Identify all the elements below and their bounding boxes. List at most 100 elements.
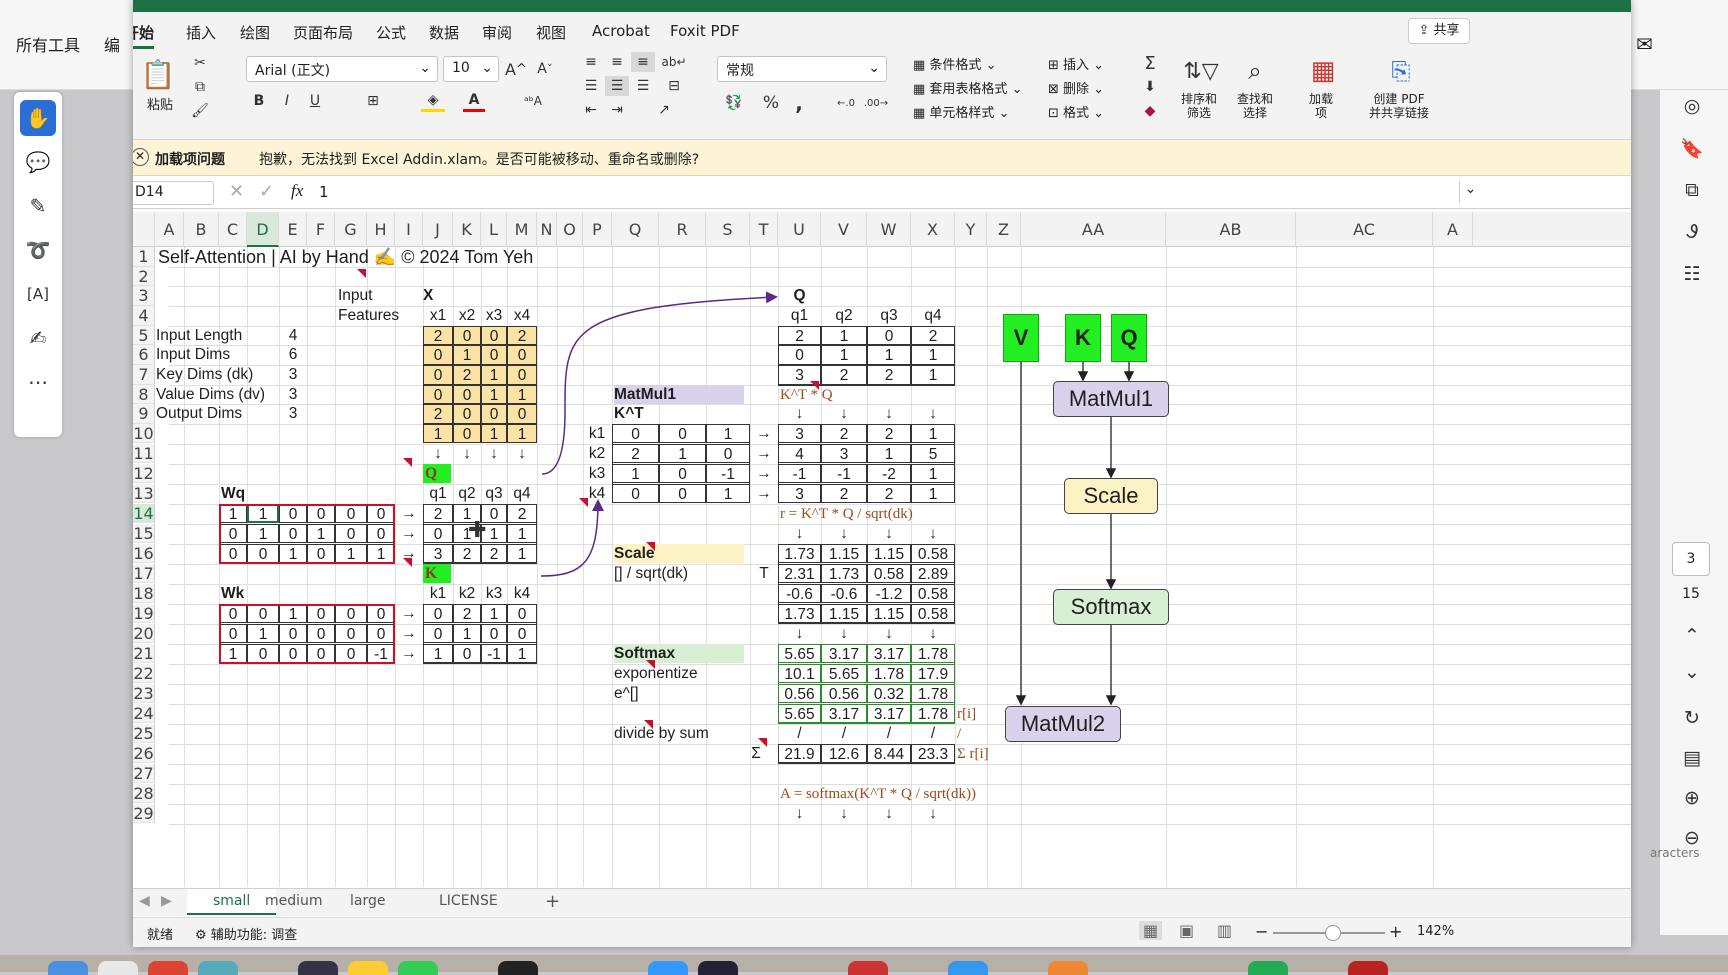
sheet-tab-medium[interactable]: medium (265, 893, 323, 909)
page-layout-view-icon[interactable]: ▣ (1179, 921, 1194, 940)
currency-icon[interactable]: 💱 (721, 92, 747, 114)
underline-button[interactable]: U (305, 90, 325, 112)
font-grow-icon[interactable]: A ^ (504, 58, 528, 80)
autosum-icon[interactable]: Σ (1137, 52, 1163, 74)
text-select-icon[interactable]: [A] (20, 276, 56, 312)
align-middle-icon[interactable]: ≡ (605, 52, 629, 72)
more-icon[interactable]: ⋯ (20, 364, 56, 400)
merge-icon[interactable]: ⊟ (661, 76, 687, 96)
confirm-icon[interactable]: ✓ (259, 181, 274, 202)
zoom-out-button[interactable]: − (1255, 922, 1268, 941)
normal-view-icon[interactable]: ▦ (1139, 921, 1163, 940)
rotate-icon[interactable]: ↻ (1674, 702, 1710, 734)
cut-icon[interactable]: ✂ (189, 52, 211, 74)
phonetic-icon[interactable]: ᵃᵇA (519, 90, 547, 112)
find-select-button[interactable]: 查找和 选择 (1237, 92, 1273, 120)
addins-button[interactable]: 加载项 (1309, 92, 1333, 120)
next-sheet-icon[interactable]: ▶ (161, 893, 172, 909)
chevron-up-icon[interactable]: ⌃ (1674, 620, 1710, 652)
decrease-decimal-icon[interactable]: .00→ (863, 92, 889, 114)
accessibility-status[interactable]: ⚙ 辅助功能: 调查 (195, 924, 297, 943)
zoom-level[interactable]: 142% (1417, 924, 1454, 939)
share-button[interactable]: ⇪ 共享 (1408, 18, 1470, 44)
decrease-indent-icon[interactable]: ⇤ (579, 100, 603, 120)
name-box[interactable]: D14 (133, 181, 214, 205)
tab-0[interactable]: 开始 (133, 22, 155, 49)
copy-pages-icon[interactable]: ⧉ (1674, 174, 1710, 206)
font-color-icon[interactable]: A (463, 90, 485, 112)
font-shrink-icon[interactable]: Aˇ (533, 58, 557, 80)
chevron-down-icon[interactable]: ⌄ (1674, 656, 1710, 688)
bold-button[interactable]: B (249, 90, 269, 112)
conditional-format-button[interactable]: ▦ 条件格式 ⌄ (913, 54, 996, 73)
page-break-view-icon[interactable]: ▥ (1217, 921, 1232, 940)
create-pdf-button[interactable]: 创建 PDF 并共享链接 (1369, 92, 1429, 120)
orientation-icon[interactable]: ↗ (649, 100, 679, 120)
copy-icon[interactable]: ⧉ (189, 76, 211, 98)
align-bottom-icon[interactable]: ≡ (631, 52, 655, 72)
cell-style-button[interactable]: ▦ 单元格样式 ⌄ (913, 102, 1009, 121)
zoom-in-icon[interactable]: ⊕ (1674, 782, 1710, 814)
hand-tool-icon[interactable]: ✋ (20, 100, 56, 136)
align-top-icon[interactable]: ≡ (579, 52, 603, 72)
tab-9[interactable]: Foxit PDF (670, 22, 740, 40)
fill-color-icon[interactable]: ◈ (421, 90, 445, 112)
sort-filter-button[interactable]: 排序和 筛选 (1181, 92, 1217, 120)
comment-icon[interactable]: 💬 (20, 144, 56, 180)
page-number-box[interactable]: 3 (1672, 542, 1710, 576)
add-sheet-button[interactable]: + (545, 891, 560, 912)
clear-icon[interactable]: ◆ (1137, 100, 1163, 122)
borders-icon[interactable]: ⊞ (361, 90, 385, 112)
wrap-text-icon[interactable]: ab↵ (661, 52, 687, 72)
create-pdf-icon[interactable]: ⎘ (1383, 54, 1419, 88)
comma-button[interactable]: , (789, 91, 809, 115)
addins-icon[interactable]: ▦ (1305, 54, 1341, 88)
tab-6[interactable]: 审阅 (482, 22, 512, 43)
percent-button[interactable]: % (759, 92, 783, 114)
align-right-icon[interactable]: ☰ (631, 76, 655, 96)
tab-7[interactable]: 视图 (536, 22, 566, 43)
page-view-icon[interactable]: ▤ (1674, 742, 1710, 774)
ai-assistant-icon[interactable]: ◎ (1674, 90, 1710, 122)
sort-filter-icon[interactable]: ⇅▽ (1181, 54, 1221, 88)
delete-cells-button[interactable]: ⊠ 删除 ⌄ (1048, 78, 1104, 97)
number-format-select[interactable]: 常规 ⌄ (717, 56, 887, 82)
format-painter-icon[interactable]: 🖌 (189, 100, 211, 122)
tab-4[interactable]: 公式 (376, 22, 406, 43)
zoom-in-button[interactable]: + (1389, 922, 1402, 941)
tab-1[interactable]: 插入 (186, 22, 216, 43)
increase-decimal-icon[interactable]: ←.0 (833, 92, 859, 114)
paste-icon[interactable]: 📋 (141, 54, 176, 94)
font-size-select[interactable]: 10 ⌄ (443, 56, 499, 82)
italic-button[interactable]: I (277, 90, 297, 112)
sheet-tab-small[interactable]: small (187, 889, 277, 915)
prev-sheet-icon[interactable]: ◀ (139, 893, 150, 909)
format-cells-button[interactable]: ⊡ 格式 ⌄ (1048, 102, 1104, 121)
font-family-select[interactable]: Arial (正文) ⌄ (246, 56, 438, 82)
formula-input[interactable]: 1 (319, 183, 329, 201)
align-left-icon[interactable]: ☰ (579, 76, 603, 96)
mail-icon[interactable]: ✉ (1636, 32, 1653, 56)
find-select-icon[interactable]: ⌕ (1235, 54, 1275, 88)
tab-5[interactable]: 数据 (429, 22, 459, 43)
sheet-tab-large[interactable]: large (350, 893, 385, 909)
translate-icon[interactable]: Ꮽ (1674, 216, 1710, 248)
pen-icon[interactable]: ✎ (20, 188, 56, 224)
sheet-tab-license[interactable]: LICENSE (439, 893, 498, 909)
bookmark-icon[interactable]: 🔖 (1674, 132, 1710, 164)
table-format-button[interactable]: ▦ 套用表格格式 ⌄ (913, 78, 1022, 97)
spreadsheet-grid[interactable]: A B C D E F G H I J K L M N O P Q R S T U V W X Y Z AA AB AC A 123456… (133, 212, 1631, 887)
zoom-slider-thumb[interactable] (1325, 925, 1341, 941)
lasso-icon[interactable]: ➰ (20, 232, 56, 268)
organize-icon[interactable]: ☷ (1674, 258, 1710, 290)
increase-indent-icon[interactable]: ⇥ (605, 100, 629, 120)
edit-button[interactable]: 编 (104, 32, 120, 56)
tab-2[interactable]: 绘图 (240, 22, 270, 43)
cancel-icon[interactable]: ✕ (229, 181, 244, 202)
align-center-icon[interactable]: ☰ (605, 76, 629, 96)
insert-cells-button[interactable]: ⊞ 插入 ⌄ (1048, 54, 1104, 73)
tab-3[interactable]: 页面布局 (293, 22, 353, 43)
all-tools-button[interactable]: 所有工具 (16, 32, 80, 56)
fx-icon[interactable]: fx (291, 181, 303, 201)
tab-8[interactable]: Acrobat (592, 22, 650, 40)
